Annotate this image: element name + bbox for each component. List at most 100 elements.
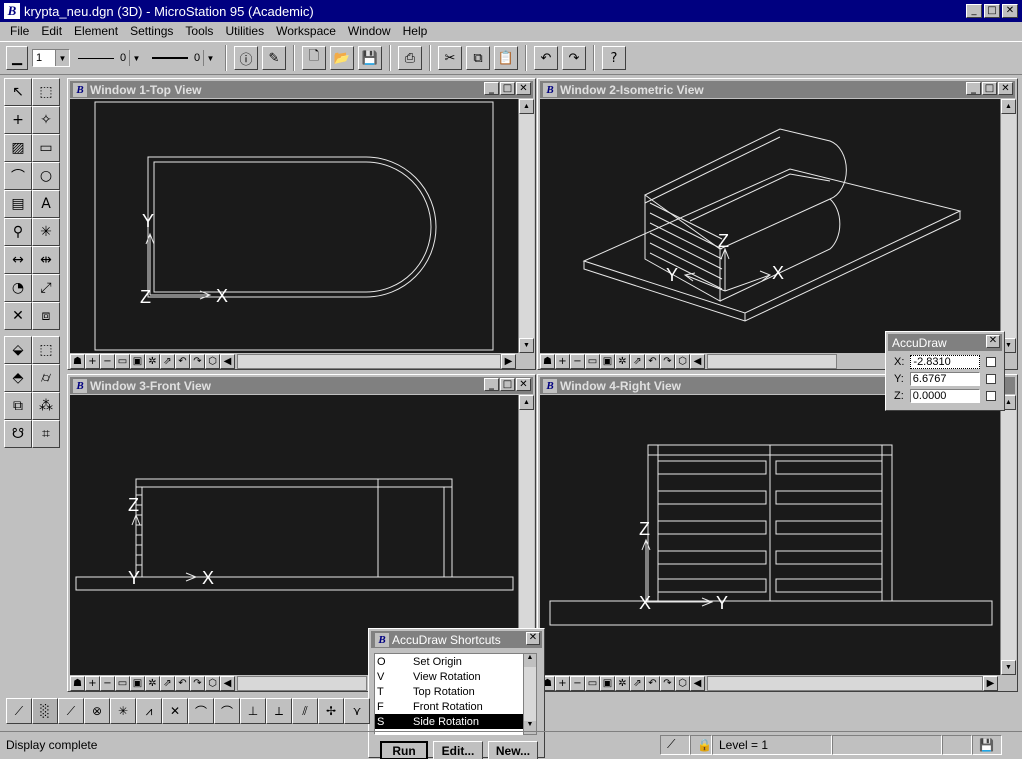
through-point-snap-icon[interactable]: ✢ (318, 698, 344, 724)
solid-box-icon[interactable]: ⬚ (32, 336, 60, 364)
render-icon[interactable]: ☋ (4, 420, 32, 448)
cell-place-icon[interactable]: ⚲ (4, 218, 32, 246)
undo-icon[interactable]: ↶ (534, 46, 558, 70)
update-view-icon[interactable]: ☗ (70, 353, 85, 369)
horizontal-scrollbar[interactable] (707, 353, 837, 369)
level-combo[interactable]: 1 ▼ (32, 49, 70, 67)
shortcut-item[interactable]: F Front Rotation (375, 699, 535, 714)
view-next-icon[interactable]: ↷ (660, 675, 675, 691)
array-icon[interactable]: ⁂ (32, 392, 60, 420)
horizontal-scrollbar[interactable] (707, 675, 983, 691)
view-canvas[interactable]: Z X Y (540, 99, 1000, 353)
scroll-right-arrow-icon[interactable]: ▶ (983, 675, 998, 691)
save-icon[interactable]: 💾 (358, 46, 382, 70)
cut-icon[interactable]: ✂ (438, 46, 462, 70)
rotate-view-icon[interactable]: ✲ (615, 353, 630, 369)
scroll-up-arrow-icon[interactable]: ▲ (519, 99, 534, 114)
accudraw-title-bar[interactable]: AccuDraw (888, 334, 1002, 351)
accudraw-z-field[interactable]: 0.0000 (909, 388, 980, 403)
point-tool-icon[interactable]: ✳ (32, 218, 60, 246)
update-view-icon[interactable]: ☗ (70, 675, 85, 691)
minimize-button[interactable]: _ (966, 4, 982, 18)
menu-workspace[interactable]: Workspace (270, 24, 342, 38)
maximize-button[interactable]: □ (500, 378, 515, 391)
lock-icon[interactable]: 🔒 (690, 734, 712, 755)
attributes-icon[interactable]: ✎ (262, 46, 286, 70)
circle-icon[interactable]: ○ (32, 162, 60, 190)
zoom-in-icon[interactable]: + (555, 675, 570, 691)
window-area-icon[interactable]: ▭ (115, 675, 130, 691)
close-button[interactable]: ✕ (516, 378, 531, 391)
element-info-icon[interactable]: ⓘ (234, 46, 258, 70)
origin-snap-icon[interactable]: ✳ (110, 698, 136, 724)
menu-element[interactable]: Element (68, 24, 124, 38)
measure-icon[interactable]: ↔ (4, 246, 32, 274)
perpendicular-point-snap-icon[interactable]: ⟂ (266, 698, 292, 724)
copy-view-icon[interactable]: ⬡ (205, 675, 220, 691)
copy-view-icon[interactable]: ⬡ (205, 353, 220, 369)
shortcut-item[interactable]: O Set Origin (375, 654, 535, 669)
vertical-scrollbar[interactable]: ▲ ▼ (1000, 99, 1016, 353)
view-next-icon[interactable]: ↷ (190, 353, 205, 369)
fit-view-icon[interactable]: ▣ (600, 353, 615, 369)
tangent-point-snap-icon[interactable]: ⌒ (214, 698, 240, 724)
fit-view-icon[interactable]: ▣ (600, 675, 615, 691)
view-previous-icon[interactable]: ↶ (645, 675, 660, 691)
pan-view-icon[interactable]: ⇗ (630, 353, 645, 369)
shortcuts-title-bar[interactable]: B AccuDraw Shortcuts (371, 631, 542, 648)
scroll-right-arrow-icon[interactable]: ▶ (501, 353, 516, 369)
parallel-snap-icon[interactable]: ⫽ (292, 698, 318, 724)
close-button[interactable]: ✕ (516, 82, 531, 95)
help-icon[interactable]: ? (602, 46, 626, 70)
menu-file[interactable]: File (4, 24, 35, 38)
close-button[interactable]: ✕ (1002, 4, 1018, 18)
view-previous-icon[interactable]: ↶ (175, 353, 190, 369)
close-button[interactable]: ✕ (998, 82, 1013, 95)
scroll-left-arrow-icon[interactable]: ◀ (690, 675, 705, 691)
vertical-scrollbar[interactable]: ▲ ▼ (1000, 395, 1016, 675)
keypoint-snap-icon[interactable]: ░ (32, 698, 58, 724)
fence-icon[interactable]: ⬚ (32, 78, 60, 106)
accudraw-y-field[interactable]: 6.6767 (909, 371, 980, 386)
scroll-up-arrow-icon[interactable]: ▲ (524, 654, 536, 667)
view-previous-icon[interactable]: ↶ (645, 353, 660, 369)
maximize-button[interactable]: □ (982, 82, 997, 95)
tangent-snap-icon[interactable]: ⌒ (188, 698, 214, 724)
cell-icon[interactable]: ▤ (4, 190, 32, 218)
delete-icon[interactable]: ✕ (4, 302, 32, 330)
z-lock-checkbox[interactable] (985, 390, 996, 401)
rotate-view-icon[interactable]: ✲ (145, 675, 160, 691)
x-lock-checkbox[interactable] (986, 356, 997, 367)
rotate-view-icon[interactable]: ✲ (615, 675, 630, 691)
zoom-in-icon[interactable]: + (555, 353, 570, 369)
fit-view-icon[interactable]: ▣ (130, 353, 145, 369)
text-icon[interactable]: A (32, 190, 60, 218)
zoom-out-icon[interactable]: − (570, 675, 585, 691)
minimize-button[interactable]: _ (484, 378, 499, 391)
horizontal-scrollbar[interactable] (237, 675, 367, 691)
scroll-up-arrow-icon[interactable]: ▲ (1001, 99, 1016, 114)
redo-icon[interactable]: ↷ (562, 46, 586, 70)
intersection-snap-icon[interactable]: ✕ (162, 698, 188, 724)
line-weight-combo[interactable]: 0 ▼ (148, 49, 218, 67)
rotate-view-icon[interactable]: ✲ (145, 353, 160, 369)
scroll-up-arrow-icon[interactable]: ▲ (519, 395, 534, 410)
surface-icon[interactable]: ⌗ (32, 420, 60, 448)
view-canvas[interactable]: Y X Z (70, 99, 518, 353)
copy-view-icon[interactable]: ⬡ (675, 353, 690, 369)
dimension-icon[interactable]: ⇹ (32, 246, 60, 274)
zoom-out-icon[interactable]: − (570, 353, 585, 369)
copy-view-icon[interactable]: ⬡ (675, 675, 690, 691)
menu-window[interactable]: Window (342, 24, 397, 38)
palette-color-icon[interactable]: ◔ (4, 274, 32, 302)
zoom-in-icon[interactable]: + (85, 353, 100, 369)
open-file-icon[interactable]: 📂 (330, 46, 354, 70)
arc-icon[interactable]: ⌒ (4, 162, 32, 190)
nearest-snap-icon[interactable]: ⟋ (6, 698, 32, 724)
y-lock-checkbox[interactable] (985, 373, 996, 384)
midpoint-snap-icon[interactable]: ⟋ (58, 698, 84, 724)
paste-icon[interactable]: 📋 (494, 46, 518, 70)
minimize-button[interactable]: _ (966, 82, 981, 95)
menu-tools[interactable]: Tools (179, 24, 219, 38)
view-next-icon[interactable]: ↷ (190, 675, 205, 691)
